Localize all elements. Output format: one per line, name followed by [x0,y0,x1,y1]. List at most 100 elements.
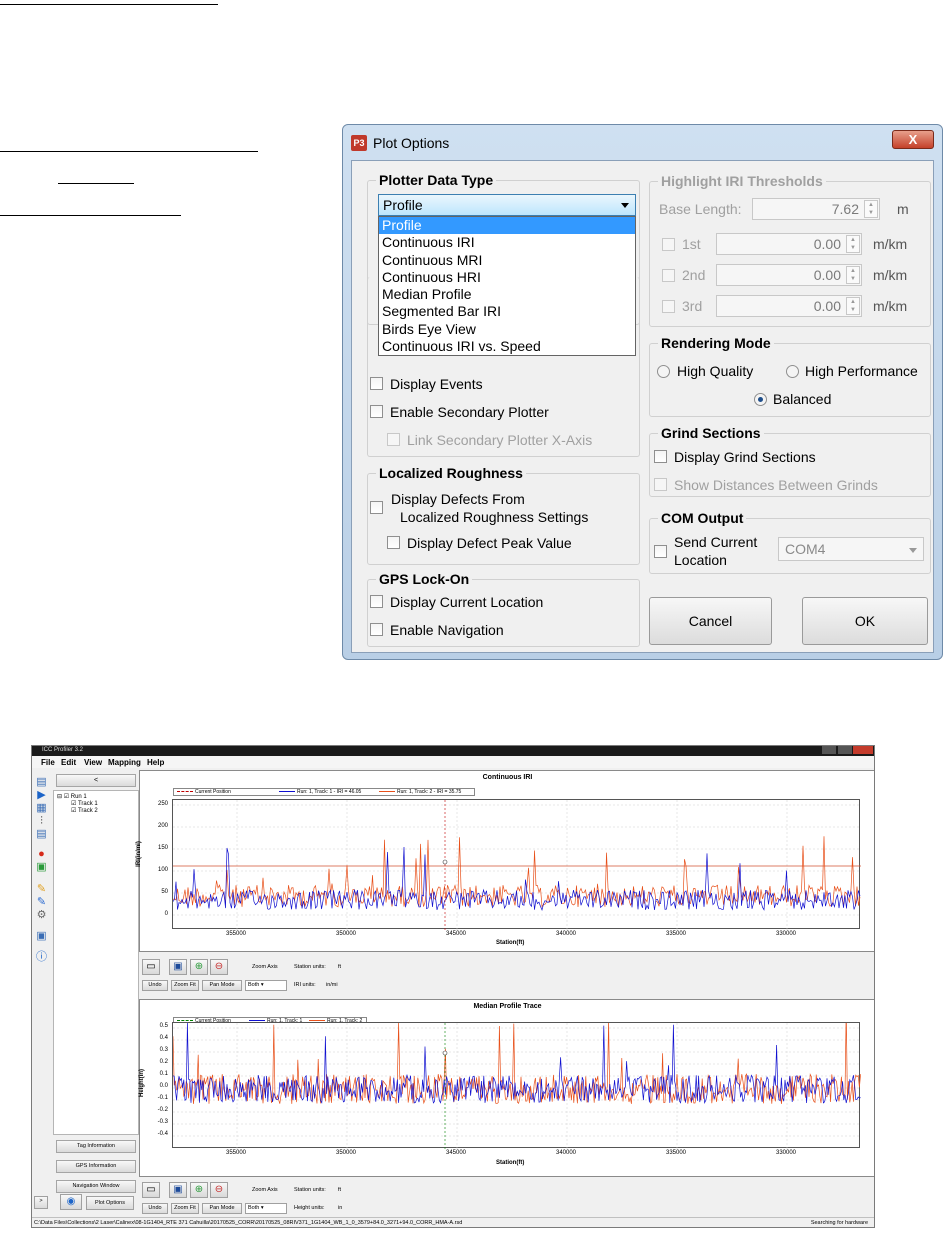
spin-arrows-icon[interactable]: ▲ ▼ [846,266,860,284]
pencil-icon[interactable]: ✎ [35,896,48,909]
maximize-button[interactable] [838,746,852,754]
print-icon[interactable]: ▭ [142,1182,160,1198]
tag-information-button[interactable]: Tag Information [56,1140,136,1153]
iri-plot-area[interactable] [172,799,861,930]
chart-icon[interactable]: ▦ [35,802,48,815]
y-tick-label: 50 [161,889,168,895]
display-defects-label-line2: Localized Roughness Settings [400,509,589,525]
dropdown-option[interactable]: Segmented Bar IRI [379,303,635,320]
close-window-button[interactable] [853,746,873,754]
side-panel: < ⊟ ☑ Run 1 ☑ Track 1 ☑ Track 2 Tag Info… [53,770,139,1220]
threshold-1st-checkbox[interactable] [662,238,675,251]
legend-entry: Run: 1, Track: 2 - IRI = 35.75 [379,789,461,796]
info-icon[interactable]: ⓘ [35,951,48,964]
enable-secondary-plotter-checkbox[interactable] [370,405,383,418]
display-grind-sections-checkbox[interactable] [654,450,667,463]
gear-icon[interactable]: ⚙ [35,909,48,922]
cancel-button[interactable]: Cancel [649,597,772,645]
dropdown-option[interactable]: Continuous IRI [379,234,635,251]
dropdown-option[interactable]: Median Profile [379,286,635,303]
send-current-location-checkbox[interactable] [654,545,667,558]
ruler-icon[interactable]: ✎ [35,883,48,896]
undo-button[interactable]: Undo [142,1203,168,1214]
height-units-label: Height units: [294,1205,325,1211]
dropdown-option[interactable]: Continuous HRI [379,269,635,286]
map-pin-icon[interactable]: ● [35,848,48,861]
threshold-1st-input[interactable]: 0.00 ▲ ▼ [716,233,862,255]
report-icon[interactable]: ▤ [35,828,48,841]
zoom-in-icon[interactable]: ⊕ [190,959,208,975]
com-port-select[interactable]: COM4 [778,537,924,561]
x-tick-label: 330000 [775,931,797,937]
pan-mode-button[interactable]: Pan Mode [202,980,242,991]
threshold-3rd-input[interactable]: 0.00 ▲ ▼ [716,295,862,317]
navigation-window-button[interactable]: Navigation Window [56,1180,136,1193]
base-length-input[interactable]: 7.62 ▲ ▼ [752,198,880,220]
display-defect-peak-checkbox[interactable] [387,536,400,549]
save-icon[interactable]: ▣ [35,930,48,943]
show-distances-checkbox[interactable] [654,478,667,491]
print-icon[interactable]: ▭ [142,959,160,975]
zoom-out-icon[interactable]: ⊖ [210,959,228,975]
plotter-data-type-group: Plotter Data Type Profile Profile Contin… [367,172,640,357]
dropdown-option[interactable]: Continuous MRI [379,252,635,269]
display-current-location-checkbox[interactable] [370,595,383,608]
minimize-button[interactable] [822,746,836,754]
undo-button[interactable]: Undo [142,980,168,991]
expand-panel-button[interactable]: > [34,1196,48,1209]
menu-view[interactable]: View [84,758,102,767]
display-defects-label-line1: Display Defects From [391,491,525,507]
threshold-2nd-input[interactable]: 0.00 ▲ ▼ [716,264,862,286]
balanced-radio[interactable] [754,393,767,406]
dropdown-option[interactable]: Profile [379,217,635,235]
globe-icon[interactable]: ◉ [60,1194,82,1210]
threshold-2nd-checkbox[interactable] [662,269,675,282]
enable-navigation-checkbox[interactable] [370,623,383,636]
high-quality-radio[interactable] [657,365,670,378]
map-icon[interactable]: ▣ [35,861,48,874]
pan-mode-button[interactable]: Pan Mode [202,1203,242,1214]
menu-mapping[interactable]: Mapping [108,758,141,767]
save-icon[interactable]: ▣ [169,1182,187,1198]
play-icon[interactable]: ▶ [35,789,48,802]
spin-arrows-icon[interactable]: ▲ ▼ [864,200,878,218]
plotter-data-type-select[interactable]: Profile [378,194,636,216]
zoom-fit-button[interactable]: Zoom Fit [171,980,199,991]
dropdown-option[interactable]: Birds Eye View [379,321,635,338]
profile-plot-area[interactable] [172,1008,861,1149]
close-button[interactable]: X [892,130,934,149]
display-events-checkbox[interactable] [370,377,383,390]
tree-track-item[interactable]: ☑ Track 1 [71,800,98,807]
document-icon[interactable]: ▤ [35,776,48,789]
zoom-mode-select[interactable]: Both ▾ [245,1203,287,1214]
gps-information-button[interactable]: GPS Information [56,1160,136,1173]
spin-arrows-icon[interactable]: ▲ ▼ [846,235,860,253]
zoom-out-icon[interactable]: ⊖ [210,1182,228,1198]
height-units-value: in [338,1205,343,1211]
tree-run-item[interactable]: ⊟ ☑ Run 1 [57,793,87,800]
plot-options-button[interactable]: Plot Options [86,1196,134,1210]
tree-track-item[interactable]: ☑ Track 2 [71,807,98,814]
threshold-3rd-checkbox[interactable] [662,300,675,313]
sliders-icon[interactable]: ⫶ [35,815,48,828]
high-performance-radio[interactable] [786,365,799,378]
menu-edit[interactable]: Edit [61,758,76,767]
ok-button[interactable]: OK [802,597,928,645]
collapse-panel-button[interactable]: < [56,774,136,787]
zoom-fit-button[interactable]: Zoom Fit [171,1203,199,1214]
station-units-label: Station units: [294,964,326,970]
link-secondary-x-axis-checkbox[interactable] [387,433,400,446]
run-tree: ⊟ ☑ Run 1 ☑ Track 1 ☑ Track 2 [53,790,139,1135]
menu-help[interactable]: Help [147,758,164,767]
x-tick-label: 335000 [665,931,687,937]
spin-arrows-icon[interactable]: ▲ ▼ [846,297,860,315]
dropdown-option[interactable]: Continuous IRI vs. Speed [379,338,635,355]
display-defects-checkbox[interactable] [370,501,383,514]
zoom-in-icon[interactable]: ⊕ [190,1182,208,1198]
zoom-mode-select[interactable]: Both ▾ [245,980,287,991]
x-tick-label: 330000 [775,1150,797,1156]
high-quality-label: High Quality [677,363,754,379]
save-icon[interactable]: ▣ [169,959,187,975]
group-title: Rendering Mode [658,335,774,351]
menu-file[interactable]: File [41,758,55,767]
